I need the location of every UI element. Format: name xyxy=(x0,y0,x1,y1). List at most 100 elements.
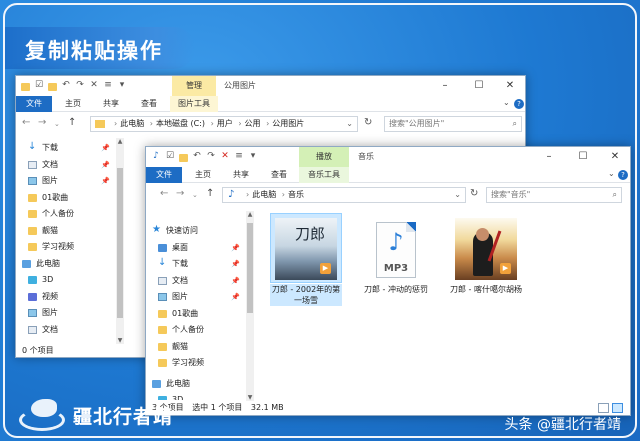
delete-icon[interactable]: ✕ xyxy=(220,151,230,162)
breadcrumb-users[interactable]: 用户 xyxy=(217,119,233,128)
back-arrow-icon[interactable]: ← xyxy=(22,117,30,128)
help-icon[interactable]: ? xyxy=(514,99,524,109)
redo-icon[interactable]: ↷ xyxy=(75,80,85,91)
recent-locations-icon[interactable]: ⌄ xyxy=(192,191,198,199)
scroll-down-icon[interactable]: ▼ xyxy=(116,337,124,344)
breadcrumb-this-pc[interactable]: 此电脑 xyxy=(120,119,144,128)
sidebar-item-this-pc[interactable]: 此电脑 xyxy=(16,256,116,273)
tab-view[interactable]: 查看 xyxy=(264,167,294,183)
tab-home[interactable]: 主页 xyxy=(188,167,218,183)
refresh-icon[interactable]: ↻ xyxy=(364,117,372,128)
sidebar-scrollbar[interactable]: ▲ ▼ xyxy=(116,138,124,344)
file-item[interactable]: ▶ 刀郎 - 喀什噶尔胡杨 xyxy=(450,213,522,295)
sidebar-item-documents-pc[interactable]: 文档 xyxy=(16,322,116,339)
address-dropdown-icon[interactable]: ⌄ xyxy=(346,117,353,131)
scrollbar-thumb[interactable] xyxy=(247,223,253,313)
search-input[interactable]: 搜索"音乐" ⌕ xyxy=(486,187,622,203)
tab-file[interactable]: 文件 xyxy=(16,96,52,112)
customize-dropdown-icon[interactable]: ▾ xyxy=(117,80,127,91)
sidebar-item-quick-access[interactable]: ★ 快速访问 xyxy=(146,223,246,240)
scroll-up-icon[interactable]: ▲ xyxy=(246,211,254,218)
sidebar-item-cat[interactable]: 靓猫 xyxy=(16,223,116,240)
tab-home[interactable]: 主页 xyxy=(58,96,88,112)
refresh-icon[interactable]: ↻ xyxy=(470,188,478,199)
forward-arrow-icon[interactable]: → xyxy=(38,117,46,128)
sidebar-item-cat[interactable]: 靓猫 xyxy=(146,339,246,356)
redo-icon[interactable]: ↷ xyxy=(206,151,216,162)
help-icon[interactable]: ? xyxy=(618,170,628,180)
maximize-button[interactable]: ☐ xyxy=(462,76,496,96)
sidebar-item-documents[interactable]: 文档 📌 xyxy=(16,157,116,174)
minimize-button[interactable]: – xyxy=(532,147,566,167)
chevron-down-icon[interactable]: ⌄ xyxy=(503,98,510,107)
title-bar[interactable]: ☑ ↶ ↷ ✕ ≡ ▾ 管理 公用图片 – ☐ ✕ xyxy=(16,76,525,96)
file-name[interactable]: 刀郎 - 冲动的惩罚 xyxy=(360,284,432,295)
new-folder-icon[interactable] xyxy=(48,82,57,91)
undo-icon[interactable]: ↶ xyxy=(61,80,71,91)
sidebar-item-downloads[interactable]: ↓ 下载 📌 xyxy=(146,256,246,273)
sidebar-item-songs[interactable]: 01歌曲 xyxy=(146,306,246,323)
sidebar-item-documents[interactable]: 文档 📌 xyxy=(146,273,246,290)
sidebar-item-pictures[interactable]: 图片 📌 xyxy=(16,173,116,190)
breadcrumb-public[interactable]: 公用 xyxy=(245,119,261,128)
file-name[interactable]: 刀郎 - 喀什噶尔胡杨 xyxy=(450,284,522,295)
sidebar-item-study-videos[interactable]: 学习视频 xyxy=(146,355,246,372)
file-name[interactable]: 刀郎 - 2002年的第一场雪 xyxy=(270,284,342,306)
customize-dropdown-icon[interactable]: ▾ xyxy=(248,151,258,162)
chevron-down-icon[interactable]: ⌄ xyxy=(608,169,615,178)
sidebar-item-this-pc[interactable]: 此电脑 xyxy=(146,376,246,393)
properties-icon[interactable]: ☑ xyxy=(34,80,44,91)
sidebar-item-pictures[interactable]: 图片 📌 xyxy=(146,289,246,306)
tab-share[interactable]: 共享 xyxy=(96,96,126,112)
breadcrumb-local-disk[interactable]: 本地磁盘 (C:) xyxy=(156,119,205,128)
explorer-window-music[interactable]: ♪ ☑ ↶ ↷ ✕ ≡ ▾ 播放 音乐 – ☐ ✕ 文件 主页 共享 查看 音乐… xyxy=(145,146,631,416)
breadcrumb-public-pictures[interactable]: 公用图片 xyxy=(272,119,304,128)
sidebar-scrollbar[interactable]: ▲ ▼ xyxy=(246,211,254,401)
sidebar-item-downloads[interactable]: ↓ 下载 📌 xyxy=(16,140,116,157)
sidebar-item-videos[interactable]: 视频 xyxy=(16,289,116,306)
context-tab-play[interactable]: 播放 xyxy=(299,147,349,167)
file-item[interactable]: 刀郎 ▶ 刀郎 - 2002年的第一场雪 xyxy=(270,213,342,306)
context-tab-manage[interactable]: 管理 xyxy=(172,76,216,96)
back-arrow-icon[interactable]: ← xyxy=(160,188,168,199)
details-view-icon[interactable] xyxy=(598,403,609,413)
scrollbar-thumb[interactable] xyxy=(117,168,123,318)
file-item[interactable]: ♪ MP3 刀郎 - 冲动的惩罚 xyxy=(360,213,432,295)
search-input[interactable]: 搜索"公用图片" ⌕ xyxy=(384,116,522,132)
breadcrumb-this-pc[interactable]: 此电脑 xyxy=(252,190,276,199)
sidebar-item-pictures-pc[interactable]: 图片 xyxy=(16,305,116,322)
properties-icon[interactable]: ☑ xyxy=(165,151,175,162)
tab-file[interactable]: 文件 xyxy=(146,167,182,183)
undo-icon[interactable]: ↶ xyxy=(192,151,202,162)
sidebar-item-study-videos[interactable]: 学习视频 xyxy=(16,239,116,256)
address-bar[interactable]: ♪ › 此电脑 › 音乐 ⌄ xyxy=(222,187,466,203)
sidebar-item-desktop[interactable]: 桌面 📌 xyxy=(146,240,246,257)
large-icons-view-icon[interactable] xyxy=(612,403,623,413)
maximize-button[interactable]: ☐ xyxy=(566,147,600,167)
minimize-button[interactable]: – xyxy=(428,76,462,96)
tab-music-tools[interactable]: 音乐工具 xyxy=(299,167,349,183)
forward-arrow-icon[interactable]: → xyxy=(176,188,184,199)
sidebar-item-backup[interactable]: 个人备份 xyxy=(16,206,116,223)
delete-icon[interactable]: ✕ xyxy=(89,80,99,91)
sidebar-item-backup[interactable]: 个人备份 xyxy=(146,322,246,339)
up-arrow-icon[interactable]: ↑ xyxy=(206,188,214,199)
new-folder-icon[interactable] xyxy=(179,153,188,162)
up-arrow-icon[interactable]: ↑ xyxy=(68,117,76,128)
rename-icon[interactable]: ≡ xyxy=(234,151,244,162)
scroll-up-icon[interactable]: ▲ xyxy=(116,138,124,145)
file-thumbnail[interactable]: 刀郎 ▶ xyxy=(270,213,342,283)
sidebar-item-3d[interactable]: 3D xyxy=(16,272,116,289)
breadcrumb-music[interactable]: 音乐 xyxy=(288,190,304,199)
tab-view[interactable]: 查看 xyxy=(134,96,164,112)
scroll-down-icon[interactable]: ▼ xyxy=(246,394,254,401)
file-thumbnail[interactable]: ♪ MP3 xyxy=(360,213,432,283)
recent-locations-icon[interactable]: ⌄ xyxy=(54,120,60,128)
close-button[interactable]: ✕ xyxy=(493,76,527,96)
tab-share[interactable]: 共享 xyxy=(226,167,256,183)
close-button[interactable]: ✕ xyxy=(598,147,632,167)
title-bar[interactable]: ♪ ☑ ↶ ↷ ✕ ≡ ▾ 播放 音乐 – ☐ ✕ xyxy=(146,147,630,167)
address-dropdown-icon[interactable]: ⌄ xyxy=(454,188,461,202)
address-bar[interactable]: › 此电脑 › 本地磁盘 (C:) › 用户 › 公用 › 公用图片 ⌄ xyxy=(90,116,358,132)
file-thumbnail[interactable]: ▶ xyxy=(450,213,522,283)
